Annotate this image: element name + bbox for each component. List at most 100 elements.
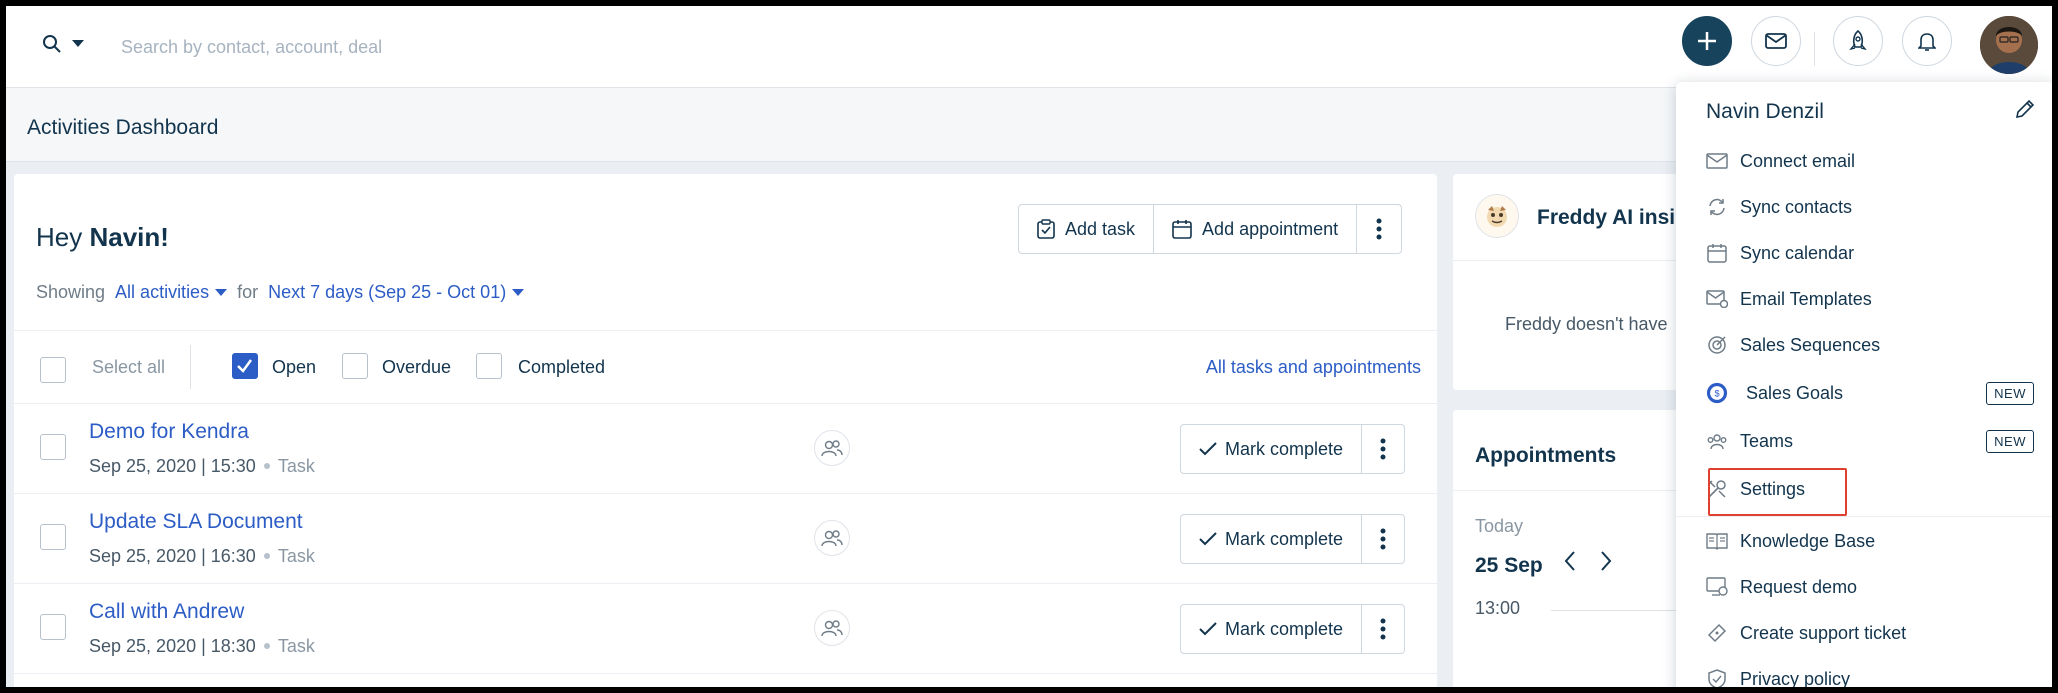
activity-type-dropdown[interactable]: All activities bbox=[115, 282, 228, 303]
showing-label: Showing bbox=[36, 282, 106, 302]
profile-name: Navin Denzil bbox=[1706, 100, 1824, 123]
menu-item-sales-sequences[interactable]: Sales Sequences bbox=[1676, 322, 2052, 368]
task-checkbox[interactable] bbox=[40, 434, 66, 460]
task-meta: Sep 25, 2020 | 16:30 Task bbox=[89, 546, 315, 567]
related-contacts-button[interactable] bbox=[814, 430, 850, 466]
menu-divider bbox=[1676, 516, 2052, 517]
select-all-checkbox[interactable] bbox=[40, 357, 66, 383]
new-badge: NEW bbox=[1986, 381, 2034, 405]
add-appointment-label: Add appointment bbox=[1202, 218, 1339, 239]
current-date: 25 Sep bbox=[1475, 554, 1543, 577]
date-range-dropdown[interactable]: Next 7 days (Sep 25 - Oct 01) bbox=[268, 282, 525, 303]
menu-item-request-demo[interactable]: Request demo bbox=[1676, 564, 2052, 610]
add-appointment-button[interactable]: Add appointment bbox=[1154, 205, 1358, 253]
appointments-title: Appointments bbox=[1475, 444, 1617, 467]
checkmark-icon bbox=[1199, 532, 1217, 546]
bell-icon bbox=[1918, 33, 1936, 51]
menu-item-label: Privacy policy bbox=[1740, 668, 1851, 688]
mark-complete-button[interactable]: Mark complete bbox=[1181, 425, 1363, 473]
related-contacts-button[interactable] bbox=[814, 520, 850, 556]
ticket-icon bbox=[1706, 622, 1728, 644]
task-datetime: Sep 25, 2020 | 15:30 bbox=[89, 456, 256, 476]
add-task-button[interactable]: Add task bbox=[1019, 205, 1155, 253]
avatar[interactable] bbox=[1980, 16, 2038, 74]
caret-down-icon bbox=[512, 288, 525, 296]
menu-item-sync-calendar[interactable]: Sync calendar bbox=[1676, 230, 2052, 276]
shield-icon bbox=[1706, 668, 1728, 687]
freddy-icon bbox=[1487, 206, 1507, 227]
open-checkbox[interactable] bbox=[232, 353, 258, 379]
teams-icon bbox=[1706, 430, 1728, 452]
task-title-link[interactable]: Call with Andrew bbox=[89, 600, 244, 624]
mail-button[interactable] bbox=[1751, 16, 1801, 66]
task-checkbox[interactable] bbox=[40, 524, 66, 550]
notifications-button[interactable] bbox=[1902, 16, 1952, 66]
activity-type-value: All activities bbox=[115, 282, 210, 302]
menu-item-sales-goals[interactable]: $ Sales Goals NEW bbox=[1676, 370, 2052, 416]
task-more-button[interactable] bbox=[1362, 515, 1404, 563]
task-more-button[interactable] bbox=[1362, 425, 1404, 473]
menu-item-privacy-policy[interactable]: Privacy policy bbox=[1676, 656, 2052, 687]
menu-item-knowledge-base[interactable]: Knowledge Base bbox=[1676, 518, 2052, 564]
freddy-message: Freddy doesn't have bbox=[1505, 314, 1668, 334]
search-scope-toggle[interactable] bbox=[42, 34, 84, 54]
task-title-link[interactable]: Update SLA Document bbox=[89, 510, 303, 534]
menu-item-connect-email[interactable]: Connect email bbox=[1676, 138, 2052, 184]
menu-item-teams[interactable]: Teams NEW bbox=[1676, 418, 2052, 464]
task-type: Task bbox=[277, 636, 315, 656]
people-icon bbox=[821, 530, 843, 547]
people-icon bbox=[821, 440, 843, 457]
task-datetime: Sep 25, 2020 | 18:30 bbox=[89, 636, 256, 656]
people-icon bbox=[821, 620, 843, 637]
book-icon bbox=[1706, 530, 1728, 552]
task-type: Task bbox=[277, 546, 315, 566]
menu-item-label: Connect email bbox=[1740, 150, 1856, 171]
activity-filter-line: Showing All activities for Next 7 days (… bbox=[36, 282, 525, 303]
kebab-icon bbox=[1380, 528, 1386, 550]
caret-down-icon bbox=[72, 40, 84, 47]
search-input[interactable] bbox=[121, 30, 821, 64]
demo-icon bbox=[1706, 576, 1728, 598]
task-checkbox[interactable] bbox=[40, 614, 66, 640]
calendar-icon bbox=[1706, 242, 1728, 264]
mark-complete-button[interactable]: Mark complete bbox=[1181, 605, 1363, 653]
toolbar-divider bbox=[1814, 32, 1815, 66]
completed-checkbox[interactable] bbox=[476, 353, 502, 379]
edit-profile-button[interactable] bbox=[2014, 98, 2036, 125]
task-row: Call with Andrew Sep 25, 2020 | 18:30 Tas… bbox=[14, 584, 1437, 674]
sync-icon bbox=[1706, 196, 1728, 218]
quick-add-button[interactable] bbox=[1682, 16, 1732, 66]
related-contacts-button[interactable] bbox=[814, 610, 850, 646]
task-meta: Sep 25, 2020 | 15:30 Task bbox=[89, 456, 315, 477]
mark-complete-button[interactable]: Mark complete bbox=[1181, 515, 1363, 563]
chevron-right-icon[interactable] bbox=[1599, 550, 1613, 572]
activity-actions: Add task Add appointment bbox=[1018, 204, 1403, 254]
menu-item-create-support-ticket[interactable]: Create support ticket bbox=[1676, 610, 2052, 656]
task-title-link[interactable]: Demo for Kendra bbox=[89, 420, 249, 444]
mail-icon bbox=[1706, 150, 1728, 172]
completed-label: Completed bbox=[518, 357, 606, 377]
all-tasks-link[interactable]: All tasks and appointments bbox=[1206, 357, 1421, 378]
kebab-icon bbox=[1376, 218, 1382, 240]
task-more-button[interactable] bbox=[1362, 605, 1404, 653]
menu-item-label: Sync calendar bbox=[1740, 242, 1855, 263]
today-label: Today bbox=[1475, 516, 1524, 536]
menu-item-sync-contacts[interactable]: Sync contacts bbox=[1676, 184, 2052, 230]
freddy-logo bbox=[1475, 194, 1519, 238]
rocket-button[interactable] bbox=[1833, 16, 1883, 66]
greeting: Hey Navin! bbox=[36, 222, 169, 253]
check-icon bbox=[237, 359, 253, 373]
new-badge: NEW bbox=[1986, 429, 2034, 453]
mark-complete-label: Mark complete bbox=[1225, 528, 1344, 549]
overdue-checkbox[interactable] bbox=[342, 353, 368, 379]
mail-icon bbox=[1765, 33, 1787, 49]
menu-item-email-templates[interactable]: Email Templates bbox=[1676, 276, 2052, 322]
menu-item-label: Knowledge Base bbox=[1740, 530, 1876, 551]
chevron-left-icon[interactable] bbox=[1563, 550, 1577, 572]
menu-item-label: Sync contacts bbox=[1740, 196, 1853, 217]
menu-item-label: Email Templates bbox=[1740, 288, 1872, 309]
more-actions-button[interactable] bbox=[1357, 205, 1401, 253]
calendar-icon bbox=[1172, 220, 1192, 239]
kebab-icon bbox=[1380, 618, 1386, 640]
meta-dot bbox=[263, 643, 270, 649]
